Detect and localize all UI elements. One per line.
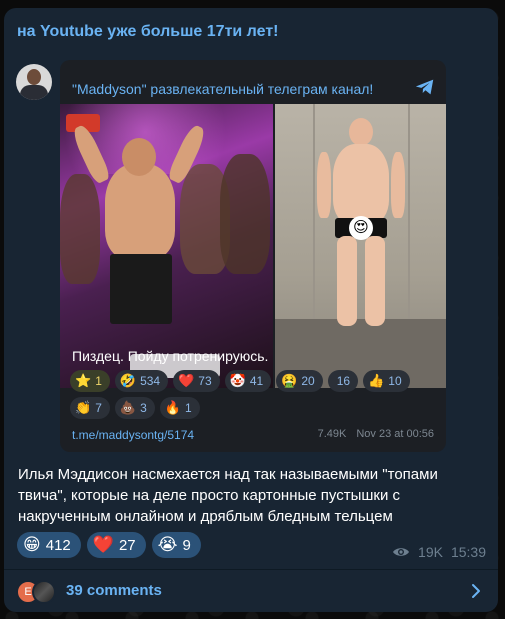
eye-icon [393, 548, 410, 556]
post-text: Илья Мэддисон насмехается над так называ… [18, 466, 438, 525]
reaction-count: 73 [198, 374, 212, 388]
views-count: 19K [418, 544, 443, 560]
heart-icon: ❤️ [178, 373, 195, 388]
reaction-poop[interactable]: 💩 3 [114, 397, 155, 419]
post-title: на Youtube уже больше 17ти лет! [17, 23, 279, 40]
reaction-heart[interactable]: ❤️ 27 [86, 532, 146, 558]
reaction-crying[interactable]: 😭 9 [151, 532, 201, 558]
reaction-fire[interactable]: 🔥 1 [159, 397, 200, 419]
reaction-clown[interactable]: 🤡 41 [224, 370, 272, 392]
post-meta: 19K 15:39 [392, 544, 486, 560]
body-photo[interactable]: 😍 [275, 104, 446, 388]
reaction-count: 27 [118, 536, 136, 554]
commenter-avatar [32, 580, 56, 604]
forwarded-meta: 7.49K Nov 23 at 00:56 [318, 428, 434, 440]
forwarded-views: 7.49K [317, 428, 347, 440]
reaction-thumbs-up[interactable]: 👍 10 [363, 370, 410, 392]
clap-icon: 👏 [75, 400, 92, 415]
reaction-star[interactable]: ⭐ 1 [70, 370, 110, 392]
reaction-clap[interactable]: 👏 7 [70, 397, 110, 419]
telegram-icon[interactable] [414, 76, 436, 98]
forwarded-post-card[interactable]: "Maddyson" развлекательный телеграм кана… [60, 60, 446, 452]
thumbs-up-icon: 👍 [368, 373, 385, 388]
reaction-count: 7 [95, 401, 102, 415]
star-icon: ⭐ [75, 373, 92, 388]
reaction-count: 534 [140, 374, 161, 388]
comments-bar[interactable]: E 39 comments [4, 570, 498, 612]
channel-post[interactable]: на Youtube уже больше 17ти лет! "Maddyso… [4, 8, 498, 612]
forwarded-reactions: ⭐ 1 🤣 534 ❤️ 73 🤡 41 🤮 20 16 👍 10 👏 7 💩 3 🔥 1 [70, 370, 440, 424]
reaction-count: 16 [336, 374, 351, 388]
reaction-count: 9 [182, 536, 191, 554]
reaction-rofl[interactable]: 🤣 534 [114, 370, 169, 392]
reaction-heart[interactable]: ❤️ 73 [173, 370, 220, 392]
clown-icon: 🤡 [229, 373, 246, 388]
reaction-count: 3 [140, 401, 147, 415]
grin-icon: 😁 [23, 535, 41, 554]
heart-eyes-sticker-icon: 😍 [349, 216, 373, 240]
forwarded-post-link[interactable]: t.me/maddysontg/5174 [72, 428, 194, 442]
post-reactions: 😁 412 ❤️ 27 😭 9 [17, 532, 201, 558]
reaction-count: 20 [301, 374, 315, 388]
chevron-right-icon[interactable] [470, 583, 482, 599]
reaction-count: 41 [249, 374, 264, 388]
reaction-count: 412 [45, 536, 71, 554]
post-time: 15:39 [450, 544, 486, 560]
channel-avatar[interactable] [16, 64, 52, 100]
heart-icon: ❤️ [92, 535, 114, 554]
reaction-count: 1 [95, 374, 102, 388]
forwarded-channel-name[interactable]: "Maddyson" развлекательный телеграм кана… [72, 80, 373, 98]
crying-icon: 😭 [157, 535, 178, 554]
forwarded-caption: Пиздец. Пойду потренируюсь. [72, 348, 269, 364]
reaction-nauseated[interactable]: 🤮 20 [276, 370, 323, 392]
reaction-count: 10 [388, 374, 402, 388]
forwarded-date: Nov 23 at 00:56 [356, 428, 434, 440]
poop-icon: 💩 [119, 400, 137, 415]
fire-icon: 🔥 [164, 400, 181, 415]
reaction-blank-reaction[interactable]: 16 [327, 370, 359, 392]
reaction-count: 1 [184, 401, 192, 415]
reaction-grin[interactable]: 😁 412 [17, 532, 81, 558]
rofl-icon: 🤣 [119, 373, 137, 388]
stream-photo[interactable] [60, 104, 273, 388]
nauseated-icon: 🤮 [281, 373, 298, 388]
comments-label[interactable]: 39 comments [66, 582, 162, 599]
